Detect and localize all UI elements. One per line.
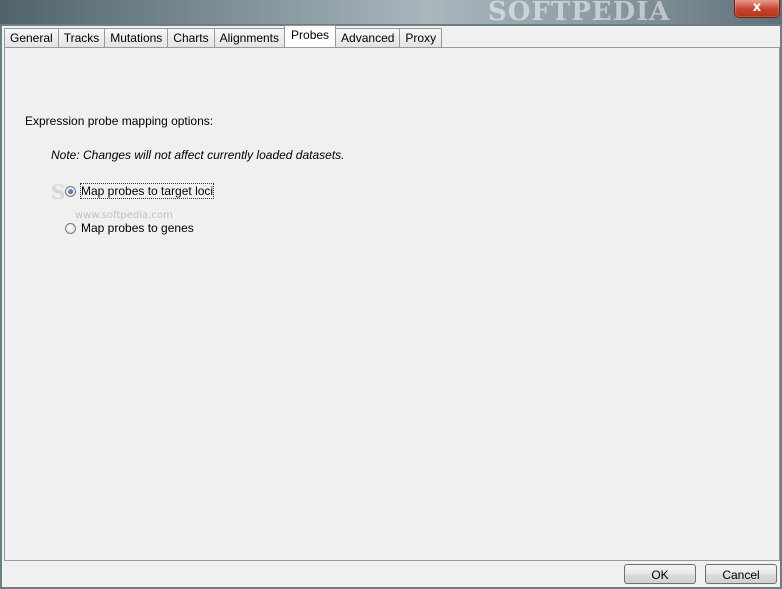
softpedia-watermark-url: www.softpedia.com [75, 210, 173, 221]
preferences-dialog: General Tracks Mutations Charts Alignmen… [2, 25, 780, 587]
radio-unchecked-icon[interactable] [65, 222, 76, 234]
tab-mutations[interactable]: Mutations [104, 28, 169, 47]
radio-checked-icon[interactable] [65, 185, 76, 197]
tab-alignments[interactable]: Alignments [213, 28, 286, 47]
tab-proxy[interactable]: Proxy [399, 28, 443, 47]
softpedia-watermark-glyph: S [51, 180, 66, 204]
radio-map-target-loci[interactable]: Map probes to target loci [65, 183, 215, 199]
title-bar: SOFTPEDIA x [0, 0, 782, 27]
tab-probes[interactable]: Probes [284, 25, 337, 47]
tab-strip: General Tracks Mutations Charts Alignmen… [4, 25, 443, 47]
probes-panel: Expression probe mapping options: Note: … [4, 47, 780, 561]
softpedia-watermark: SOFTPEDIA [488, 0, 671, 27]
close-button[interactable]: x [734, 0, 780, 18]
probe-mapping-heading: Expression probe mapping options: [25, 114, 214, 128]
tab-tracks[interactable]: Tracks [57, 28, 106, 47]
cancel-button[interactable]: Cancel [705, 564, 777, 584]
ok-button[interactable]: OK [624, 564, 696, 584]
tab-charts[interactable]: Charts [167, 28, 215, 47]
tab-general[interactable]: General [4, 28, 59, 47]
tab-advanced[interactable]: Advanced [335, 28, 401, 47]
radio-map-genes[interactable]: Map probes to genes [65, 221, 194, 235]
radio-map-target-loci-label[interactable]: Map probes to target loci [79, 183, 215, 199]
radio-map-genes-label[interactable]: Map probes to genes [81, 221, 194, 235]
probe-mapping-note: Note: Changes will not affect currently … [51, 148, 345, 162]
